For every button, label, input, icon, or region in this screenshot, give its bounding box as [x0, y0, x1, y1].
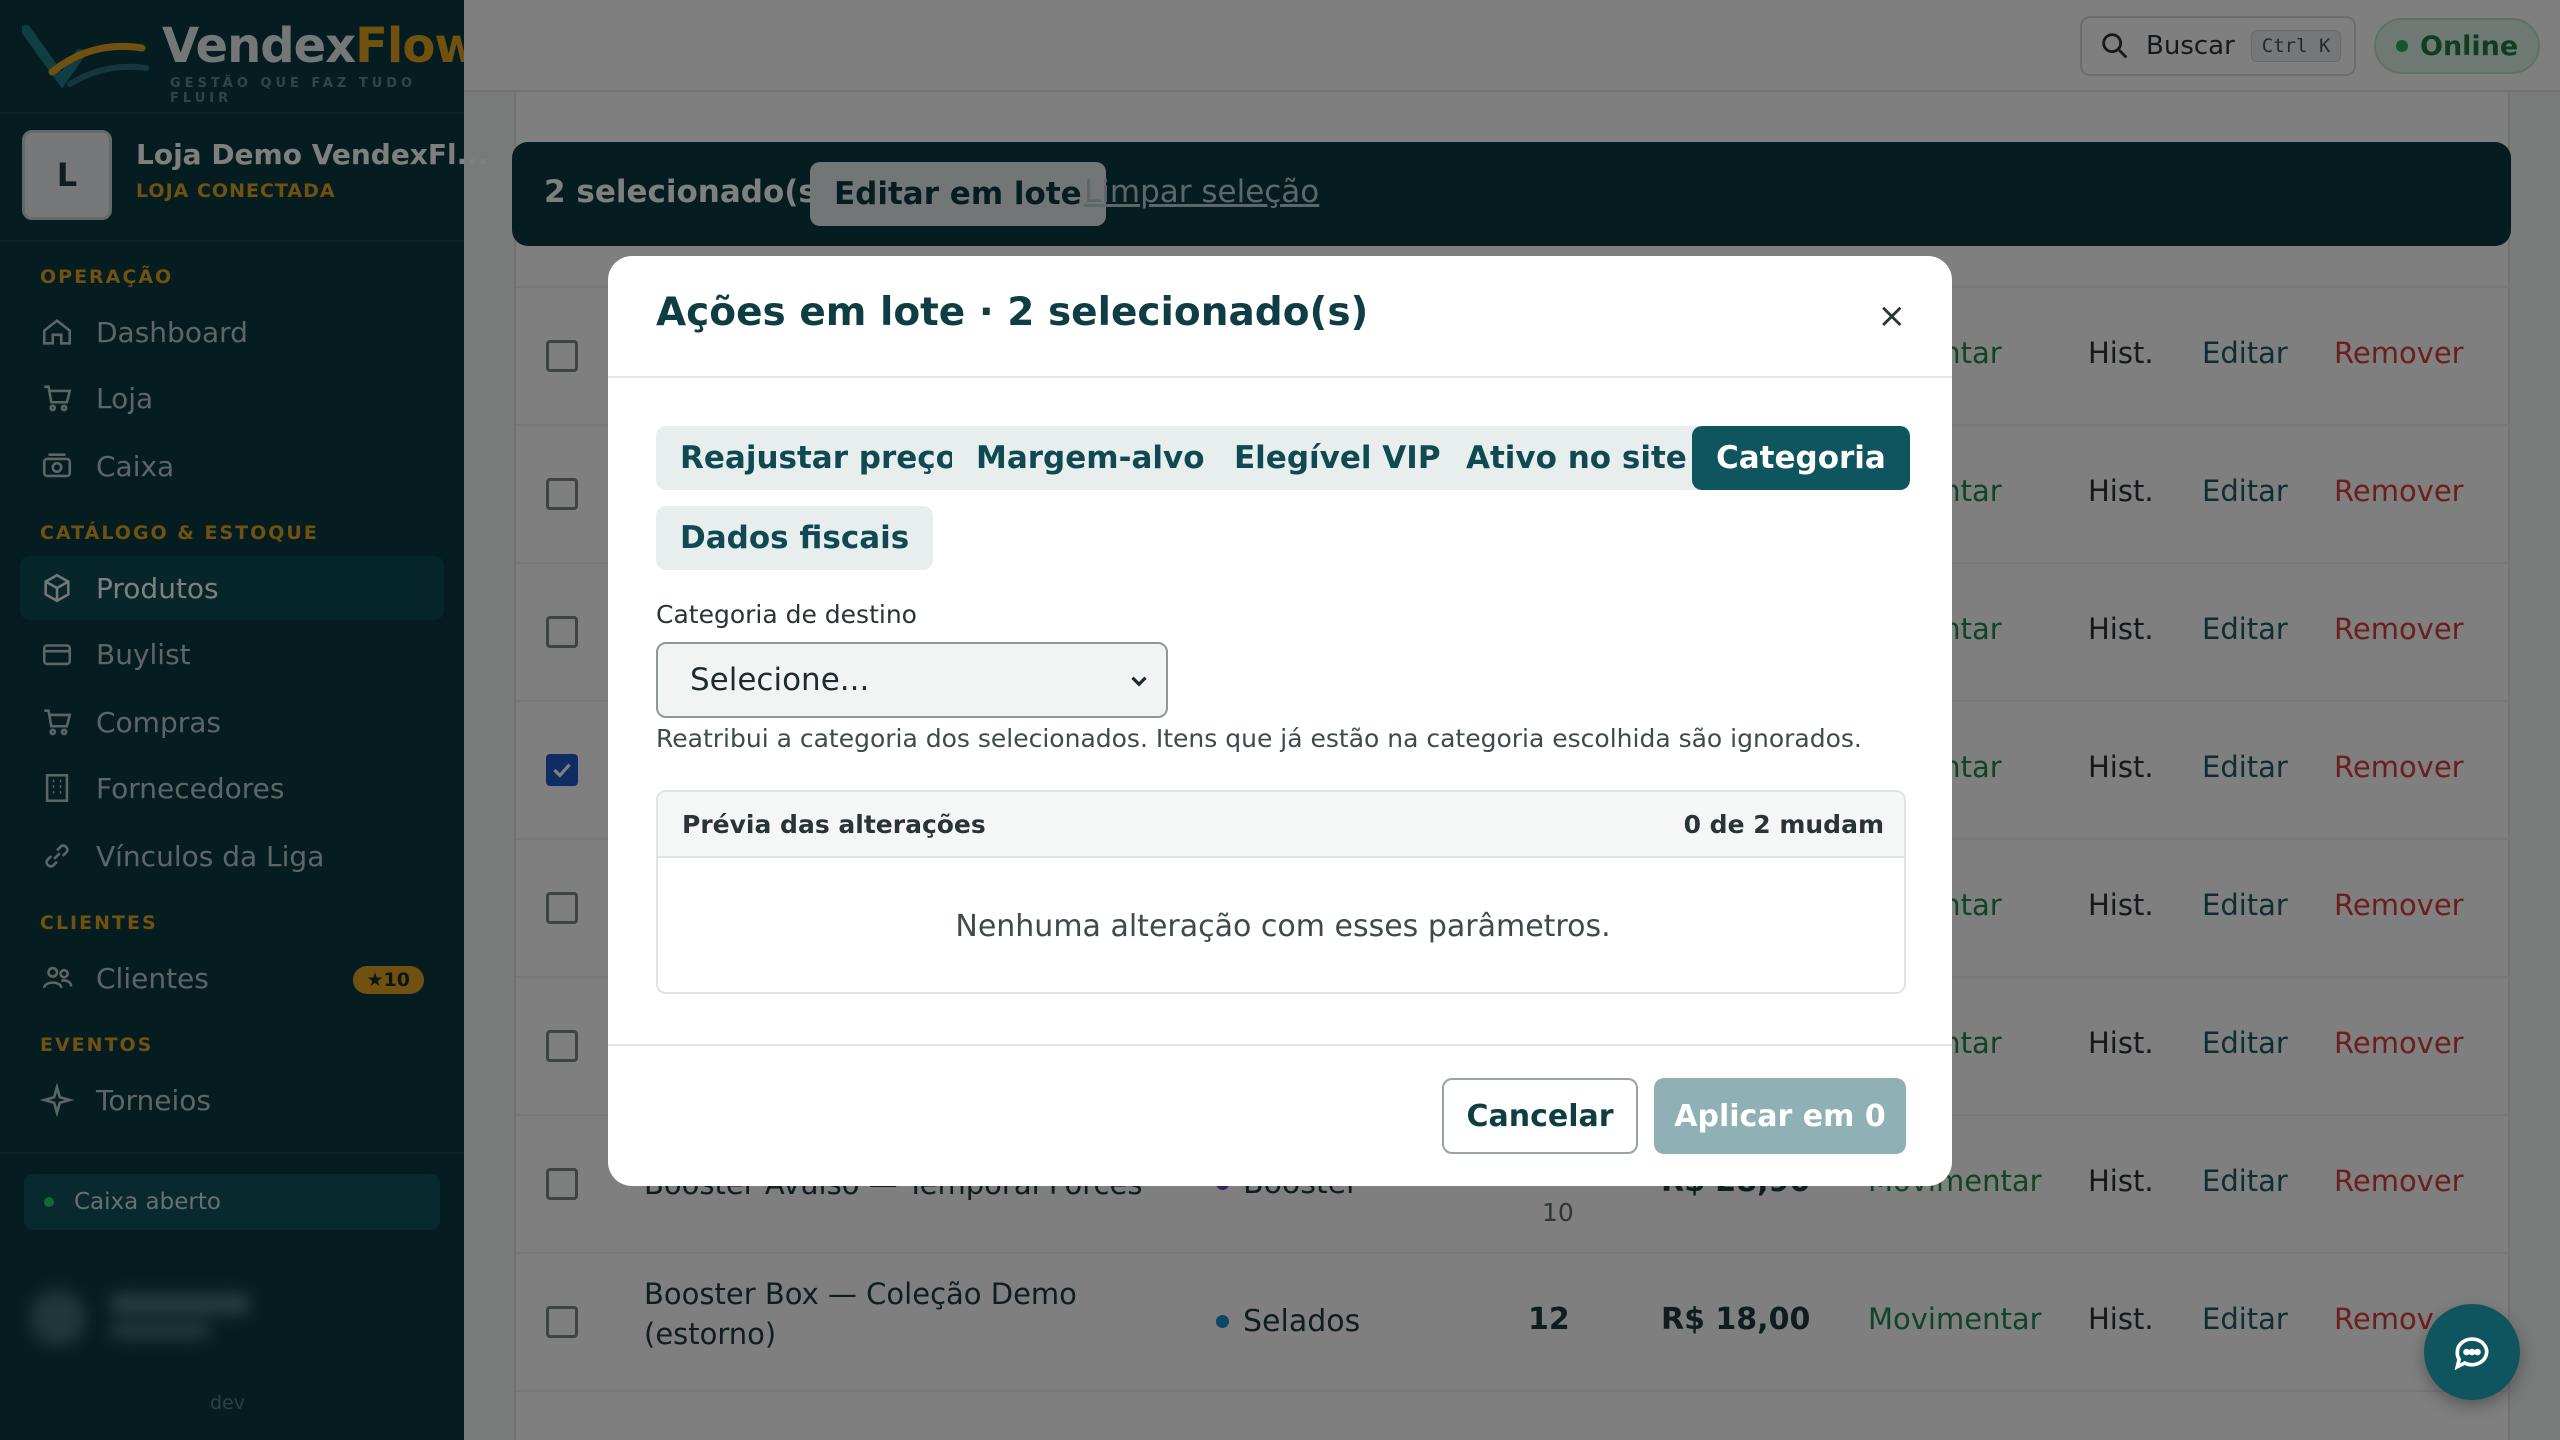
tab-ativo-no-site[interactable]: Ativo no site: [1442, 426, 1711, 490]
tab-margem-alvo[interactable]: Margem-alvo: [952, 426, 1229, 490]
preview-header: Prévia das alterações 0 de 2 mudam: [658, 792, 1904, 858]
tab-elegivel-vip[interactable]: Elegível VIP: [1210, 426, 1465, 490]
bulk-actions-modal: Ações em lote · 2 selecionado(s) × Reaju…: [608, 256, 1952, 1186]
apply-button[interactable]: Aplicar em 0: [1654, 1078, 1906, 1154]
cancel-button[interactable]: Cancelar: [1442, 1078, 1638, 1154]
divider: [608, 376, 1952, 378]
tab-reajustar-preco[interactable]: Reajustar preço: [656, 426, 981, 490]
divider: [608, 1044, 1952, 1046]
preview-empty-state: Nenhuma alteração com esses parâmetros.: [955, 908, 1611, 944]
field-label: Categoria de destino: [656, 600, 917, 629]
modal-title: Ações em lote · 2 selecionado(s): [656, 290, 1369, 335]
tab-categoria[interactable]: Categoria: [1692, 426, 1910, 490]
close-icon[interactable]: ×: [1878, 296, 1907, 336]
preview-title: Prévia das alterações: [682, 810, 986, 839]
tab-dados-fiscais[interactable]: Dados fiscais: [656, 506, 934, 570]
chevron-down-icon: [1131, 676, 1147, 687]
chat-button[interactable]: [2424, 1304, 2520, 1400]
category-select[interactable]: Selecione...: [656, 642, 1168, 718]
changes-preview: Prévia das alterações 0 de 2 mudam Nenhu…: [656, 790, 1906, 994]
chat-icon: [2454, 1337, 2489, 1371]
field-help-text: Reatribui a categoria dos selecionados. …: [656, 724, 1862, 753]
preview-count: 0 de 2 mudam: [1683, 810, 1884, 839]
